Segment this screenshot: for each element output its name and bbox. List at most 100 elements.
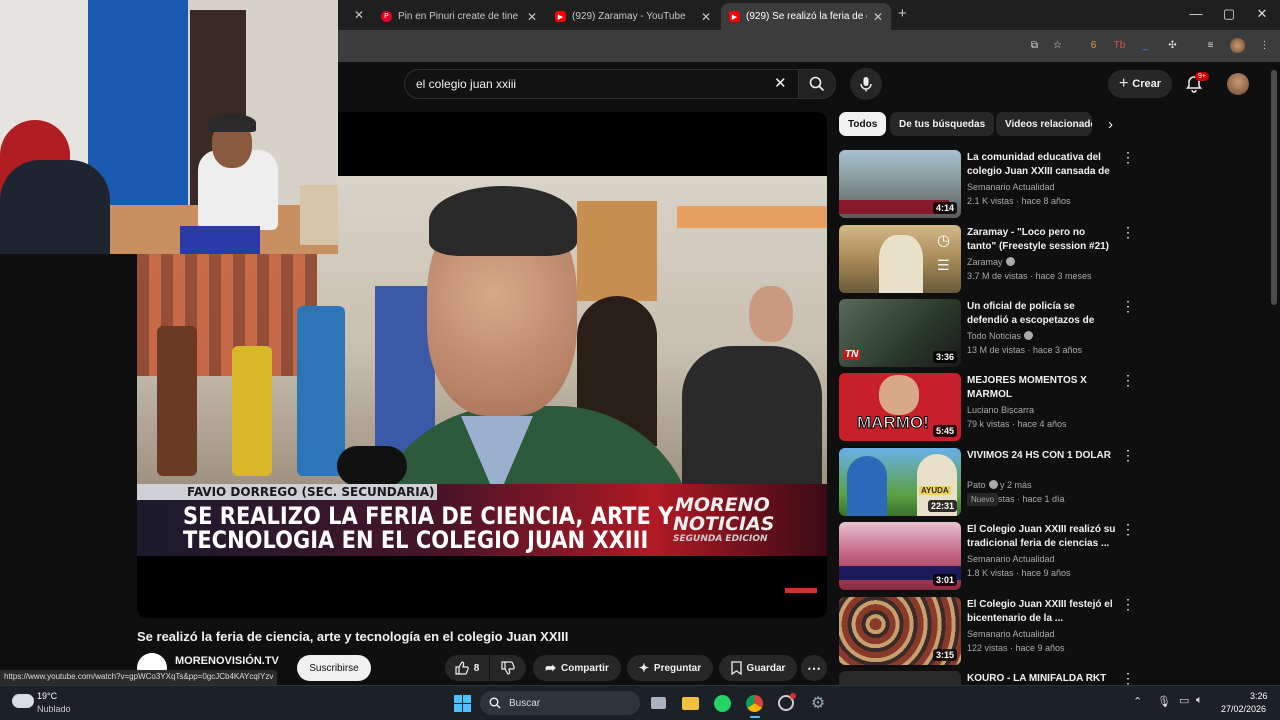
- rec-channel[interactable]: Pato y 2 más: [967, 480, 1032, 490]
- app-icon[interactable]: [776, 693, 796, 713]
- more-options-icon[interactable]: ⋮: [1121, 671, 1129, 685]
- video-thumbnail[interactable]: TN 3:36: [839, 299, 961, 367]
- rec-title[interactable]: Un oficial de policía se defendió a esco…: [967, 300, 1117, 328]
- minimize-button[interactable]: —: [1186, 6, 1206, 21]
- task-view-icon[interactable]: [648, 693, 668, 713]
- create-button[interactable]: + Crear: [1108, 70, 1172, 98]
- like-count: 8: [473, 662, 480, 674]
- subscribe-button[interactable]: Suscribirse: [297, 655, 371, 681]
- more-actions-button[interactable]: ⋯: [801, 655, 827, 681]
- cloud-icon[interactable]: [12, 694, 34, 708]
- rec-item[interactable]: TN 3:36 Un oficial de policía se defendi…: [839, 299, 1135, 369]
- extension-icon[interactable]: _: [1138, 38, 1153, 53]
- clear-search-icon[interactable]: ✕: [774, 74, 787, 92]
- bookmark-star-icon[interactable]: ☆: [1050, 38, 1065, 53]
- ask-button[interactable]: ✦ Preguntar: [627, 655, 713, 681]
- extension-icon[interactable]: 6: [1086, 38, 1101, 53]
- whatsapp-icon[interactable]: [712, 693, 732, 713]
- scrollbar[interactable]: [1271, 70, 1277, 305]
- close-icon[interactable]: ✕: [527, 10, 537, 24]
- clock-time[interactable]: 3:26: [1250, 691, 1268, 701]
- search-input[interactable]: el colegio juan xxiii: [404, 69, 798, 99]
- rec-title[interactable]: KOURO - LA MINIFALDA RKT: [967, 672, 1117, 685]
- chip-busquedas[interactable]: De tus búsquedas: [890, 112, 995, 136]
- more-options-icon[interactable]: ⋮: [1121, 597, 1135, 611]
- more-options-icon[interactable]: ⋮: [1121, 225, 1135, 239]
- save-button[interactable]: Guardar: [719, 655, 797, 681]
- search-button[interactable]: [798, 69, 836, 99]
- more-options-icon[interactable]: ⋮: [1121, 150, 1135, 164]
- rec-channel[interactable]: Zaramay: [967, 257, 1015, 267]
- video-thumbnail[interactable]: MARMO! 5:45: [839, 373, 961, 441]
- close-icon[interactable]: ✕: [701, 10, 711, 24]
- channel-name[interactable]: MORENOVISIÓN.TV: [175, 655, 279, 667]
- settings-gear-icon[interactable]: ⚙: [808, 693, 828, 713]
- video-thumbnail[interactable]: [839, 671, 961, 685]
- video-thumbnail[interactable]: AYUDA 22:31: [839, 448, 961, 516]
- add-to-queue-icon[interactable]: ☰: [937, 257, 950, 274]
- clock-date[interactable]: 27/02/2026: [1221, 704, 1266, 714]
- tab-zaramay[interactable]: ▶ (929) Zaramay - YouTube ✕: [547, 3, 719, 30]
- rec-channel[interactable]: Semanario Actualidad: [967, 629, 1055, 639]
- pinterest-icon: P: [381, 11, 392, 22]
- volume-icon[interactable]: 🔈︎: [1196, 694, 1203, 707]
- rec-title[interactable]: Zaramay - "Loco pero no tanto" (Freestyl…: [967, 226, 1117, 254]
- puzzle-icon[interactable]: ✣: [1165, 38, 1180, 53]
- rec-item[interactable]: KOURO - LA MINIFALDA RKT ⋮: [839, 671, 1129, 685]
- rec-item[interactable]: AYUDA 22:31 VIVIMOS 24 HS CON 1 DOLAR Pa…: [839, 448, 1135, 518]
- network-icon[interactable]: ▭: [1179, 694, 1189, 707]
- close-icon[interactable]: ✕: [354, 8, 364, 22]
- more-options-icon[interactable]: ⋮: [1121, 373, 1135, 387]
- dislike-button[interactable]: [490, 655, 526, 681]
- rec-channel[interactable]: Semanario Actualidad: [967, 182, 1055, 192]
- microphone-icon[interactable]: 🎙︎: [1157, 695, 1171, 708]
- file-explorer-icon[interactable]: [680, 693, 700, 713]
- maximize-button[interactable]: ▢: [1219, 6, 1239, 22]
- like-button[interactable]: 8: [445, 655, 489, 681]
- rec-title[interactable]: MEJORES MOMENTOS X MARMOL: [967, 374, 1117, 402]
- extension-icon[interactable]: Tb: [1112, 38, 1127, 53]
- video-thumbnail[interactable]: 3:01: [839, 522, 961, 590]
- chip-todos[interactable]: Todos: [839, 112, 887, 136]
- media-icon[interactable]: ≡: [1203, 38, 1218, 53]
- rec-item[interactable]: ◷ ☰ Zaramay - "Loco pero no tanto" (Free…: [839, 225, 1135, 295]
- more-options-icon[interactable]: ⋮: [1121, 299, 1135, 313]
- rec-item[interactable]: 4:14 La comunidad educativa del colegio …: [839, 150, 1135, 220]
- new-tab-button[interactable]: +: [898, 5, 907, 22]
- rec-title[interactable]: La comunidad educativa del colegio Juan …: [967, 151, 1117, 179]
- menu-dots-icon[interactable]: ⋮: [1257, 38, 1272, 53]
- rec-channel[interactable]: Luciano Biscarra: [967, 405, 1034, 415]
- video-thumbnail[interactable]: 4:14: [839, 150, 961, 218]
- share-button[interactable]: ➦ Compartir: [533, 655, 621, 681]
- close-window-button[interactable]: ✕: [1252, 6, 1272, 22]
- rec-item[interactable]: 3:15 El Colegio Juan XXIII festejó el bi…: [839, 597, 1135, 667]
- avatar[interactable]: [1227, 73, 1249, 95]
- video-thumbnail[interactable]: ◷ ☰: [839, 225, 961, 293]
- watch-later-icon[interactable]: ◷: [937, 231, 950, 249]
- taskbar-search[interactable]: Buscar: [480, 691, 640, 715]
- chip-relacionados[interactable]: Videos relacionados: [996, 112, 1092, 136]
- rec-title[interactable]: El Colegio Juan XXIII realizó su tradici…: [967, 523, 1117, 551]
- more-options-icon[interactable]: ⋮: [1121, 448, 1135, 462]
- rec-title[interactable]: VIVIMOS 24 HS CON 1 DOLAR: [967, 449, 1117, 463]
- rec-channel[interactable]: Semanario Actualidad: [967, 554, 1055, 564]
- windows-start-icon[interactable]: [452, 693, 472, 713]
- rec-item[interactable]: 3:01 El Colegio Juan XXIII realizó su tr…: [839, 522, 1135, 592]
- more-options-icon[interactable]: ⋮: [1121, 522, 1135, 536]
- chevron-right-icon[interactable]: ›: [1108, 116, 1113, 133]
- active-app-indicator: [750, 716, 760, 718]
- video-thumbnail[interactable]: 3:15: [839, 597, 961, 665]
- rec-item[interactable]: MARMO! 5:45 MEJORES MOMENTOS X MARMOL Lu…: [839, 373, 1135, 443]
- tab-feria[interactable]: ▶ (929) Se realizó la feria de ciencia ✕: [721, 3, 891, 30]
- chrome-icon[interactable]: [744, 693, 764, 713]
- weather-temp[interactable]: 19°C: [37, 691, 57, 701]
- close-icon[interactable]: ✕: [873, 10, 883, 24]
- cast-icon[interactable]: ⧉: [1027, 38, 1042, 53]
- rec-channel[interactable]: Todo Noticias: [967, 331, 1034, 341]
- voice-search-button[interactable]: [850, 68, 882, 100]
- weather-desc[interactable]: Nublado: [37, 704, 71, 714]
- chevron-up-icon[interactable]: ⌃: [1133, 695, 1142, 708]
- tab-pinterest[interactable]: P Pin en Pinuri create de tine ✕: [373, 3, 545, 30]
- rec-title[interactable]: El Colegio Juan XXIII festejó el bicente…: [967, 598, 1117, 626]
- profile-icon[interactable]: [1230, 38, 1245, 53]
